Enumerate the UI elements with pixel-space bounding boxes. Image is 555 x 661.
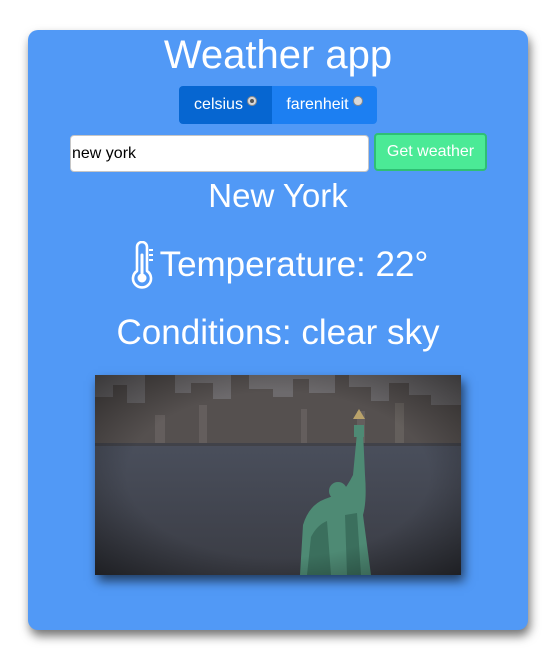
app-title: Weather app [163, 33, 393, 77]
conditions-text: Conditions: clear sky [116, 313, 440, 352]
city-name: New York [208, 177, 348, 214]
farenheit-option[interactable]: farenheit [272, 86, 377, 124]
celsius-option[interactable]: celsius [179, 86, 272, 124]
celsius-label: celsius [194, 96, 243, 113]
temperature-row: Temperature: 22° [28, 240, 528, 290]
city-image [95, 375, 461, 575]
unit-toggle: celsius farenheit [179, 86, 377, 124]
get-weather-button[interactable]: Get weather [374, 133, 487, 171]
celsius-radio[interactable] [246, 96, 257, 106]
farenheit-radio[interactable] [352, 96, 363, 106]
weather-card: Weather app celsius farenheit Get weathe… [28, 30, 528, 630]
farenheit-label: farenheit [286, 96, 349, 113]
temperature-text: Temperature: 22° [159, 245, 429, 284]
city-search-input[interactable] [70, 135, 369, 172]
thermometer-icon [131, 241, 153, 289]
city-skyline-image [95, 375, 461, 575]
